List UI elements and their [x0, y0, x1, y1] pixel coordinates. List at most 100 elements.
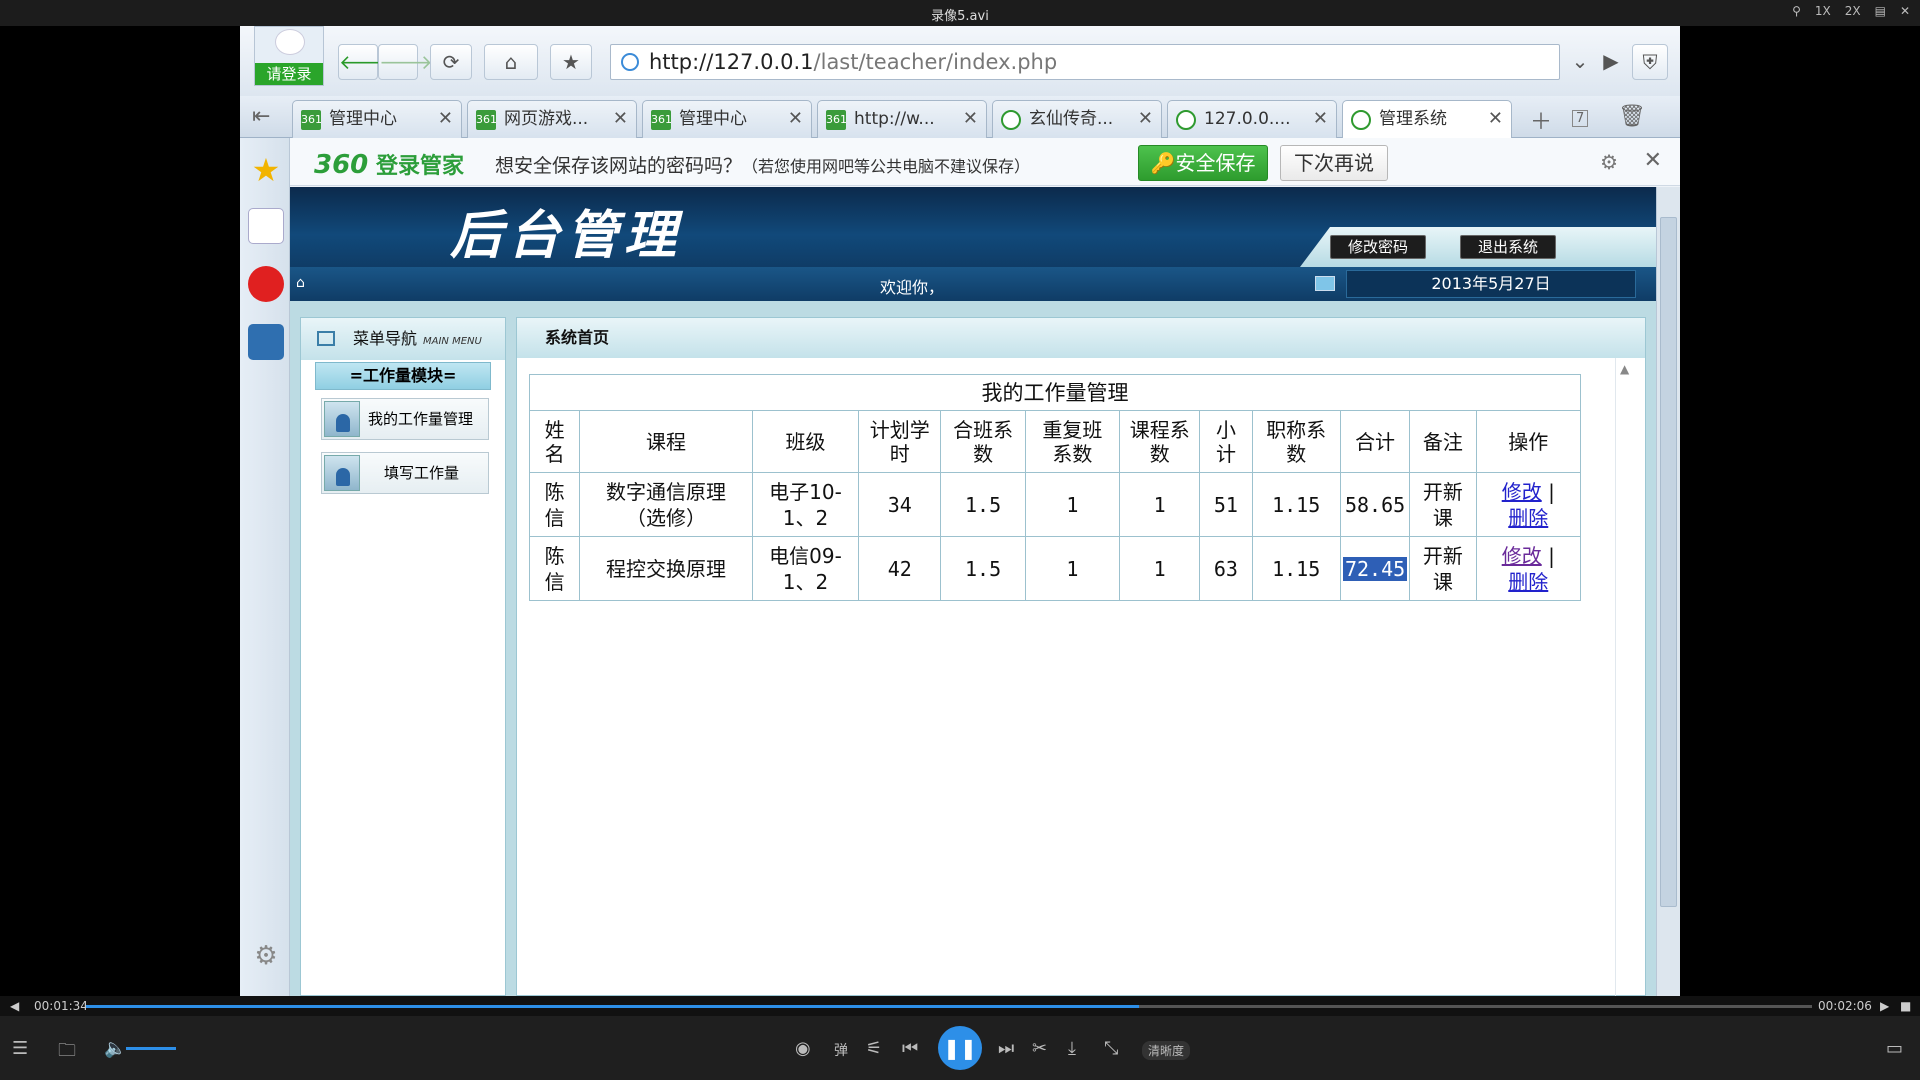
infobar-close-icon[interactable]: ✕: [1644, 148, 1662, 173]
home-icon[interactable]: ⌂: [296, 275, 314, 291]
col-actions: 操作: [1475, 410, 1582, 473]
volume-icon[interactable]: 🔈: [104, 1038, 126, 1059]
password-save-infobar: 360 登录管家 想安全保存该网站的密码吗？（若您使用网吧等公共电脑不建议保存）…: [290, 138, 1680, 186]
key-icon: 🔑: [1150, 151, 1176, 175]
settings-gear-icon[interactable]: ⚙: [248, 938, 284, 974]
eye-icon[interactable]: ◉: [795, 1038, 811, 1059]
current-date: 2013年5月27日: [1346, 270, 1636, 298]
sidebar-toggle-icon[interactable]: ⇤: [252, 104, 270, 129]
tab-6[interactable]: 127.0.0.... ✕: [1167, 100, 1337, 138]
tab-3[interactable]: 361 管理中心 ✕: [642, 100, 812, 138]
edit-link[interactable]: 修改: [1502, 480, 1542, 504]
player-window-controls: ⚲ 1X 2X ▤ ✕: [1792, 4, 1910, 18]
speed-2x-button[interactable]: 2X: [1845, 4, 1861, 18]
login-button[interactable]: 请登录: [255, 63, 323, 85]
later-button[interactable]: 下次再说: [1280, 145, 1388, 181]
window-icon[interactable]: ▤: [1875, 4, 1886, 18]
menu-item-my-workload[interactable]: 我的工作量管理: [321, 398, 489, 440]
seek-bar[interactable]: [86, 1005, 1812, 1008]
user-avatar[interactable]: 请登录: [254, 26, 324, 86]
fast-forward-icon[interactable]: ▶: [1880, 999, 1889, 1013]
browser-sidebar: ★ ⚙: [240, 138, 290, 996]
pause-button[interactable]: ❚❚: [938, 1026, 982, 1070]
shrink-icon[interactable]: ⤡: [1104, 1038, 1118, 1059]
tab-close-icon[interactable]: ✕: [963, 101, 978, 137]
stop-icon[interactable]: ■: [1900, 999, 1911, 1013]
danmaku-button[interactable]: 弹: [834, 1040, 848, 1060]
tab-label: 127.0.0....: [1204, 109, 1291, 129]
rewind-icon[interactable]: ◀: [10, 999, 19, 1013]
favorites-star-icon[interactable]: ★: [248, 152, 284, 188]
delete-link[interactable]: 删除: [1508, 570, 1548, 594]
tab-close-icon[interactable]: ✕: [613, 101, 628, 137]
tab-7-active[interactable]: 管理系统 ✕: [1342, 100, 1512, 138]
workload-table: 我的工作量管理 姓名 课程 班级 计划学时 合班系数 重复班系数 课程系数 小计…: [528, 374, 1582, 601]
home-icon[interactable]: ⌂: [484, 44, 538, 80]
cut-icon[interactable]: ✂: [1032, 1038, 1047, 1059]
next-icon[interactable]: ⏭: [998, 1038, 1014, 1059]
dropdown-icon[interactable]: ⌄: [1562, 44, 1598, 80]
tab-label: 管理中心: [329, 109, 397, 129]
col-total: 合计: [1339, 410, 1411, 473]
playlist-icon[interactable]: ☰: [12, 1038, 28, 1059]
brand-text: 登录管家: [375, 154, 464, 179]
menu-header: 菜单导航 MAIN MENU: [301, 318, 505, 360]
elapsed-time: 00:01:34: [34, 999, 88, 1013]
download-icon[interactable]: ⤓: [1068, 1038, 1076, 1059]
message-note: （若您使用网吧等公共电脑不建议保存）: [742, 157, 1031, 176]
favorite-star-icon[interactable]: ★: [550, 44, 592, 80]
previous-icon[interactable]: ⏮: [902, 1038, 918, 1059]
cell-name: 陈信: [528, 536, 581, 601]
login-manager-brand: 360 登录管家: [314, 148, 464, 180]
tab-count-badge[interactable]: 7: [1572, 110, 1589, 127]
logout-button[interactable]: 退出系统: [1460, 235, 1556, 259]
tab-1[interactable]: 361 管理中心 ✕: [292, 100, 462, 138]
page-scrollbar[interactable]: [1656, 187, 1680, 996]
close-icon[interactable]: ✕: [1900, 4, 1910, 18]
trash-icon[interactable]: 🗑: [1618, 104, 1646, 129]
tab-2[interactable]: 361 网页游戏... ✕: [467, 100, 637, 138]
back-icon[interactable]: 🡐: [338, 44, 393, 80]
tab-close-icon[interactable]: ✕: [1313, 101, 1328, 137]
col-merge-coef: 合班系数: [940, 410, 1026, 473]
tab-label: 管理系统: [1379, 109, 1447, 129]
monitor-icon: [1315, 276, 1335, 291]
infobar-settings-icon[interactable]: ⚙: [1600, 150, 1618, 174]
volume-slider[interactable]: [126, 1047, 176, 1050]
forward-icon[interactable]: 🡒: [378, 44, 433, 80]
weibo-icon[interactable]: [248, 266, 284, 302]
scroll-up-icon[interactable]: ▲: [1620, 362, 1629, 376]
equalizer-icon[interactable]: ⚟: [866, 1038, 882, 1059]
go-icon[interactable]: ▶: [1596, 44, 1626, 80]
quality-button[interactable]: 清晰度: [1142, 1041, 1191, 1060]
tab-4[interactable]: 361 http://w... ✕: [817, 100, 987, 138]
safe-save-button[interactable]: 🔑安全保存: [1138, 145, 1268, 181]
mobile-icon[interactable]: [248, 324, 284, 360]
tab-close-icon[interactable]: ✕: [438, 101, 453, 137]
refresh-icon[interactable]: ⟳: [430, 44, 472, 80]
shield-icon[interactable]: ⛨: [1632, 44, 1668, 80]
tab-close-icon[interactable]: ✕: [788, 101, 803, 137]
scrollbar-thumb[interactable]: [1660, 217, 1677, 907]
open-folder-icon[interactable]: 🗀: [58, 1038, 76, 1068]
col-course: 课程: [579, 410, 753, 473]
cell-total-selected[interactable]: 72.45: [1339, 536, 1411, 601]
workload-module-header: =工作量模块=: [315, 362, 491, 390]
edit-link[interactable]: 修改: [1502, 544, 1542, 568]
inner-scrollbar[interactable]: ▲: [1615, 358, 1635, 996]
menu-item-fill-workload[interactable]: 填写工作量: [321, 452, 489, 494]
address-bar[interactable]: http://127.0.0.1/last/teacher/index.php: [610, 44, 1560, 80]
tab-close-icon[interactable]: ✕: [1138, 101, 1153, 137]
tab-favicon-icon: 361: [301, 110, 322, 130]
new-tab-icon[interactable]: ＋: [1530, 104, 1552, 136]
tab-close-icon[interactable]: ✕: [1488, 101, 1503, 137]
delete-link[interactable]: 删除: [1508, 506, 1548, 530]
pin-icon[interactable]: ⚲: [1792, 4, 1801, 18]
tab-5[interactable]: 玄仙传奇... ✕: [992, 100, 1162, 138]
fullscreen-icon[interactable]: ▭: [1886, 1038, 1903, 1059]
tab-favicon-icon: 361: [651, 110, 672, 130]
cell-course-coef: 1: [1119, 472, 1201, 537]
speed-1x-button[interactable]: 1X: [1815, 4, 1831, 18]
change-password-button[interactable]: 修改密码: [1330, 235, 1426, 259]
news-icon[interactable]: [248, 208, 284, 244]
